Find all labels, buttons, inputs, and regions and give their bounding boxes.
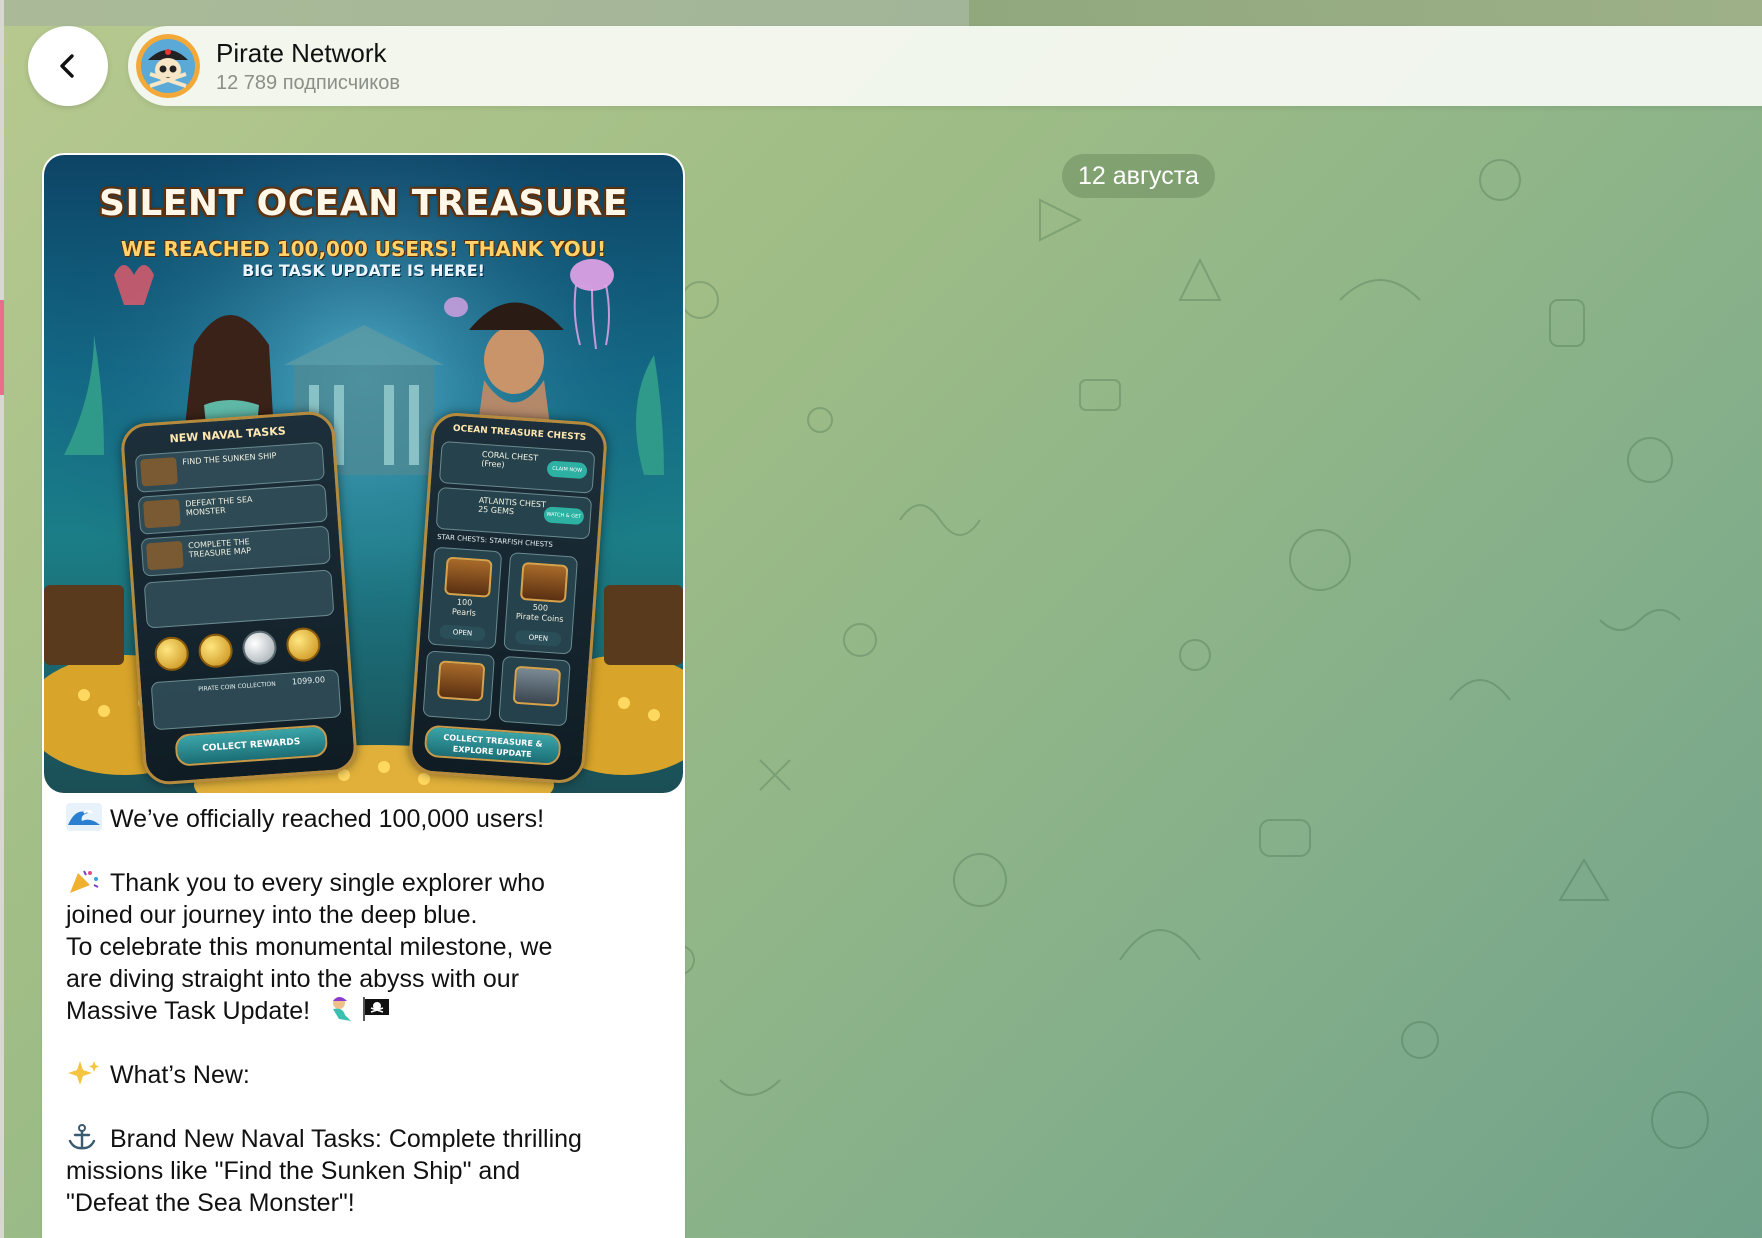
image-title: SILENT OCEAN TREASURE: [99, 183, 628, 224]
post-line: are diving straight into the abyss with …: [66, 965, 520, 993]
task-row: COMPLETE THE TREASURE MAP: [140, 525, 331, 577]
coin-collection-label: PIRATE COIN COLLECTION: [198, 680, 276, 694]
chest-row: ATLANTIS CHEST 25 GEMS WATCH & GET: [435, 486, 593, 540]
coin-icon: [153, 635, 190, 672]
post-line: Massive Task Update!: [66, 997, 311, 1025]
task-icon: [140, 457, 178, 487]
task-label: FIND THE SUNKEN SHIP: [182, 451, 277, 467]
chest-icon: [436, 660, 486, 702]
watch-get-button: WATCH & GET: [543, 506, 585, 526]
chest-tile: [422, 650, 495, 722]
task-label: DEFEAT THE SEA MONSTER: [184, 494, 253, 518]
date-separator: 12 августа: [1062, 154, 1215, 198]
chest-tile-name: Pearls: [451, 607, 477, 618]
top-strip: [0, 0, 1762, 26]
inventory-row: [143, 569, 335, 629]
chest-tile-name: Pirate Coins: [515, 611, 564, 624]
chest-tile-amount: 500: [532, 602, 549, 613]
coin-icon: [285, 626, 322, 663]
anchor-emoji: [66, 1123, 102, 1151]
chest-label: ATLANTIS CHEST 25 GEMS: [478, 496, 546, 519]
chest-tile-amount: 100: [456, 597, 473, 608]
mermaid-emoji: [325, 995, 355, 1023]
post-line: "Defeat the Sea Monster"!: [66, 1189, 355, 1217]
coin-collection-value: 1099.00: [291, 675, 326, 687]
chest-icon: [444, 556, 493, 598]
post-line: joined our journey into the deep blue.: [66, 901, 478, 929]
post-line: What’s New:: [110, 1061, 250, 1089]
pirate-skull-avatar-icon: [136, 34, 200, 98]
post-line-with-emoji: Massive Task Update!: [66, 995, 666, 1027]
channel-post[interactable]: SILENT OCEAN TREASURE WE REACHED 100,000…: [42, 153, 685, 1238]
sidebar-edge: [0, 0, 4, 1238]
naval-tasks-phone: NEW NAVAL TASKS FIND THE SUNKEN SHIP DEF…: [119, 409, 359, 787]
pearl-icon: [241, 629, 278, 666]
chest-tile: [498, 655, 571, 727]
task-icon: [143, 498, 181, 529]
post-line: To celebrate this monumental milestone, …: [66, 933, 553, 961]
post-line: missions like "Find the Sunken Ship" and: [66, 1157, 521, 1185]
treasure-chests-heading: OCEAN TREASURE CHESTS: [452, 423, 587, 444]
post-line: We’ve officially reached 100,000 users!: [110, 805, 545, 833]
chest-note: 25 GEMS: [477, 504, 515, 517]
wave-emoji: [66, 803, 102, 831]
chest-label: CORAL CHEST (Free): [481, 450, 538, 472]
channel-title[interactable]: Pirate Network: [216, 38, 387, 69]
post-line: Thank you to every single explorer who: [110, 869, 545, 897]
sidebar-edge-marker: [0, 300, 4, 395]
post-paragraph: We’ve officially reached 100,000 users!: [66, 803, 666, 835]
chest-row: CORAL CHEST (Free) CLAIM NOW: [438, 440, 596, 494]
post-paragraph: What’s New:: [66, 1059, 666, 1091]
chest-icon: [512, 665, 562, 707]
task-icon: [145, 540, 184, 571]
subscriber-count: 12 789 подписчиков: [216, 72, 401, 94]
treasure-chests-phone: OCEAN TREASURE CHESTS CORAL CHEST (Free)…: [407, 411, 609, 785]
post-image[interactable]: SILENT OCEAN TREASURE WE REACHED 100,000…: [44, 155, 683, 793]
post-paragraph: Thank you to every single explorer who j…: [66, 867, 666, 1027]
coin-icon: [197, 632, 234, 669]
open-chest-button: OPEN: [514, 629, 562, 647]
chat-header[interactable]: Pirate Network 12 789 подписчиков: [128, 26, 1762, 106]
back-button[interactable]: [28, 26, 108, 106]
chest-tile: 100 Pearls OPEN: [427, 546, 503, 650]
claim-now-button: CLAIM NOW: [546, 460, 588, 480]
image-subtitle-update: BIG TASK UPDATE IS HERE!: [242, 261, 485, 280]
coin-collection-row: PIRATE COIN COLLECTION 1099.00: [150, 669, 342, 731]
chevron-left-icon: [60, 54, 74, 78]
chest-note: (Free): [481, 458, 505, 470]
channel-avatar[interactable]: [136, 34, 200, 98]
image-subtitle-milestone: WE REACHED 100,000 USERS! THANK YOU!: [120, 237, 607, 261]
chest-tile: 500 Pirate Coins OPEN: [503, 552, 579, 655]
task-label: COMPLETE THE TREASURE MAP: [187, 537, 252, 560]
post-line: Brand New Naval Tasks: Complete thrillin…: [110, 1125, 582, 1153]
post-paragraph: Brand New Naval Tasks: Complete thrillin…: [66, 1123, 666, 1219]
chest-tile-label: 500 Pirate Coins: [506, 601, 573, 626]
collect-treasure-button: COLLECT TREASURE & EXPLORE UPDATE: [423, 724, 562, 766]
chest-tile-label: 100 Pearls: [431, 596, 498, 621]
chest-icon: [519, 561, 569, 604]
party-popper-emoji: [66, 867, 102, 895]
open-chest-button: OPEN: [439, 624, 486, 642]
pirate-flag-emoji: [361, 995, 391, 1023]
collect-rewards-button: COLLECT REWARDS: [174, 724, 329, 767]
sparkles-emoji: [66, 1059, 102, 1087]
post-text: We’ve officially reached 100,000 users! …: [66, 803, 666, 1238]
